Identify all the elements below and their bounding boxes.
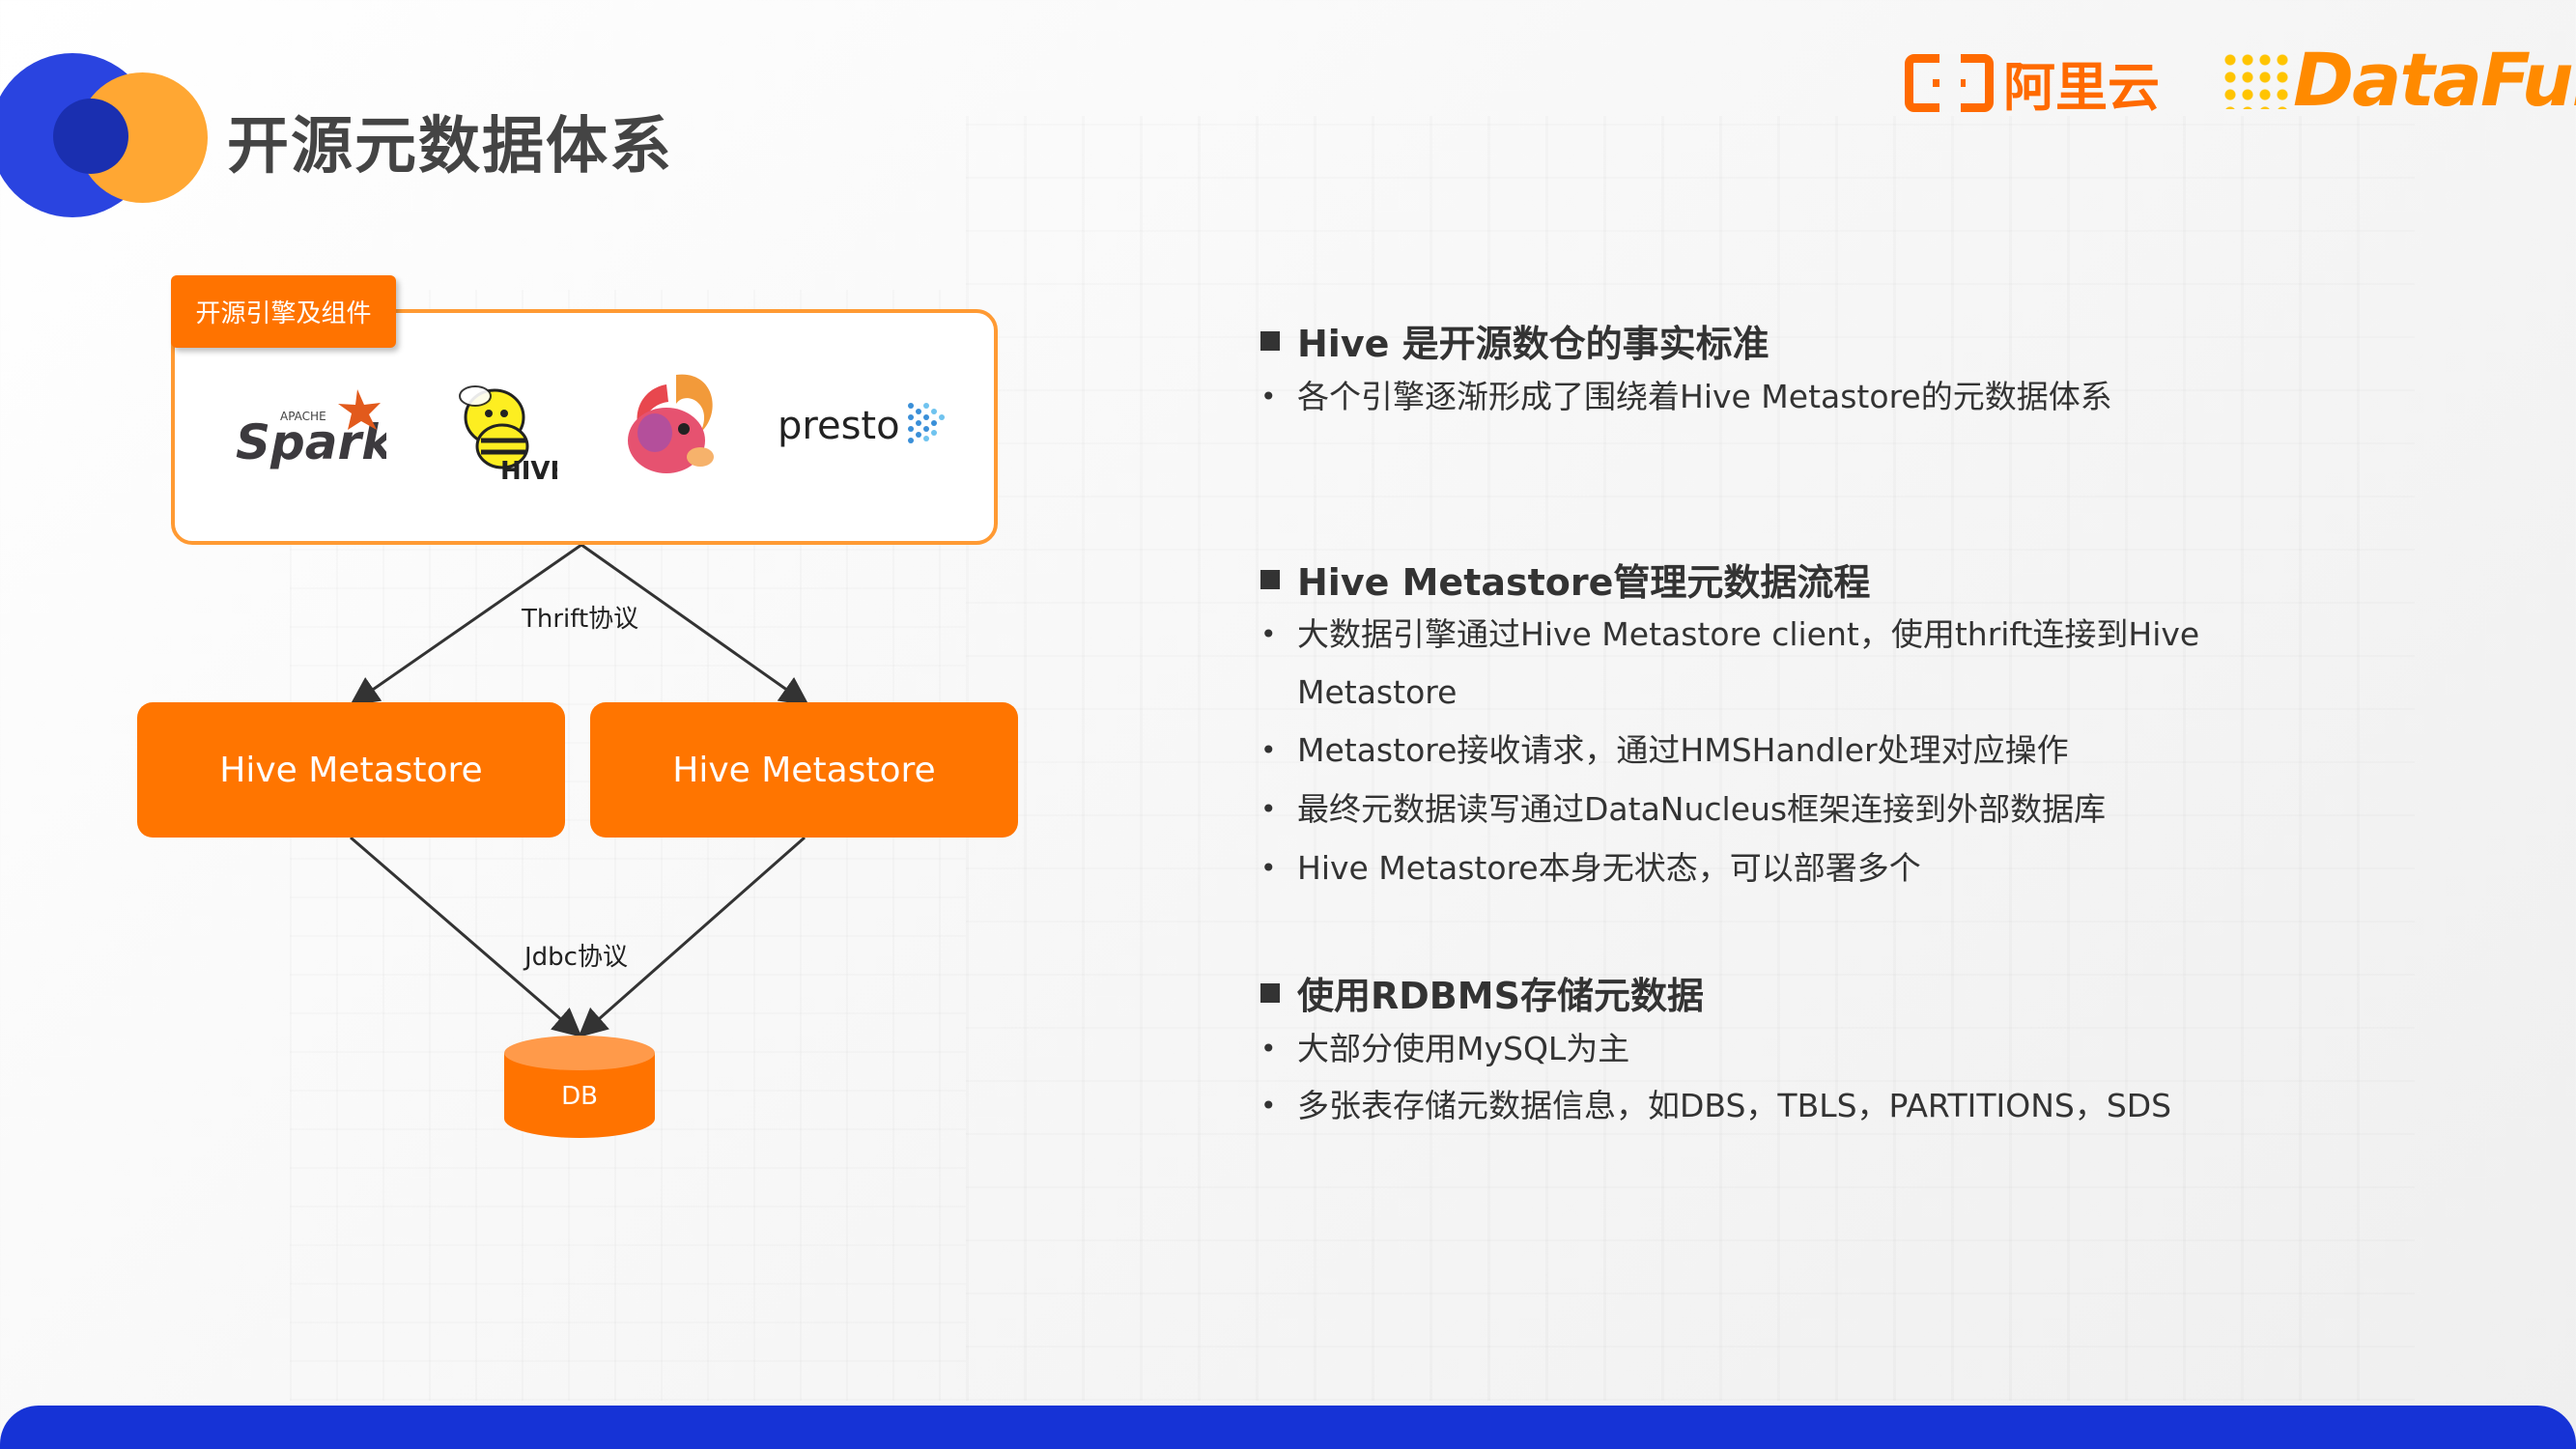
section-heading-text: Hive 是开源数仓的事实标准	[1297, 323, 1769, 365]
hive-logo: HIVE	[446, 377, 567, 486]
bullet-dot: •	[1260, 618, 1277, 650]
section-heading-text: 使用RDBMS存储元数据	[1297, 975, 1704, 1017]
bullet-item: • Hive Metastore本身无状态，可以部署多个	[1260, 839, 2226, 897]
bullet-text: 多张表存储元数据信息，如DBS，TBLS，PARTITIONS，SDS	[1297, 1087, 2172, 1124]
bullet-item: • 各个引擎逐渐形成了围绕着Hive Metastore的元数据体系	[1260, 368, 2226, 426]
square-bullet-icon	[1260, 330, 1280, 351]
aliyun-logo: 阿里云	[1905, 44, 2160, 121]
aliyun-mark-icon	[1905, 53, 1994, 112]
hive-metastore-node-1: Hive Metastore	[137, 702, 565, 838]
bottom-brand-bar	[0, 1406, 2576, 1449]
db-node-label: DB	[561, 1082, 598, 1111]
spark-text: Spark	[236, 414, 386, 470]
section-heading-text: Hive Metastore管理元数据流程	[1297, 561, 1871, 604]
jdbc-protocol-label: Jdbc协议	[524, 943, 628, 972]
presto-text: presto	[778, 404, 900, 448]
bullet-text: 各个引擎逐渐形成了围绕着Hive Metastore的元数据体系	[1297, 378, 2112, 415]
square-bullet-icon	[1260, 569, 1280, 589]
bullet-text: 大部分使用MySQL为主	[1297, 1030, 1630, 1067]
datafun-logo-text: DataFun.	[2293, 37, 2576, 123]
bullet-dot: •	[1260, 381, 1277, 412]
bullet-text: Hive Metastore本身无状态，可以部署多个	[1297, 849, 1921, 887]
datafun-dots-icon	[2222, 50, 2289, 109]
square-bullet-icon	[1260, 982, 1280, 1003]
datafun-logo: DataFun.	[2222, 37, 2576, 123]
engine-group-label: 开源引擎及组件	[171, 275, 396, 348]
bullet-item: • 最终元数据读写通过DataNucleus框架连接到外部数据库	[1260, 781, 2226, 838]
bullet-item: • Metastore接收请求，通过HMSHandler处理对应操作	[1260, 722, 2226, 780]
bullet-item: • 大数据引擎通过Hive Metastore client，使用thrift连…	[1260, 606, 2246, 722]
bullet-dot: •	[1260, 852, 1277, 884]
bullet-dot: •	[1260, 793, 1277, 825]
aliyun-logo-text: 阿里云	[2003, 57, 2160, 118]
bullet-item: • 多张表存储元数据信息，如DBS，TBLS，PARTITIONS，SDS	[1260, 1077, 2226, 1135]
bullet-text: 大数据引擎通过Hive Metastore client，使用thrift连接到…	[1297, 615, 2200, 711]
section-heading-3: 使用RDBMS存储元数据	[1260, 966, 1704, 1019]
bullet-dot: •	[1260, 1033, 1277, 1065]
page-title: 开源元数据体系	[227, 111, 673, 183]
bullet-dot: •	[1260, 734, 1277, 766]
bullet-item: • 大部分使用MySQL为主	[1260, 1020, 2226, 1078]
section-heading-2: Hive Metastore管理元数据流程	[1260, 553, 1870, 606]
bullet-text: Metastore接收请求，通过HMSHandler处理对应操作	[1297, 731, 2069, 769]
presto-logo: presto	[778, 394, 956, 452]
hive-text: HIVE	[500, 457, 557, 483]
brand-circle-inner	[53, 99, 128, 174]
bullet-dot: •	[1260, 1090, 1277, 1122]
flink-logo	[609, 365, 724, 481]
bullet-text: 最终元数据读写通过DataNucleus框架连接到外部数据库	[1297, 790, 2107, 828]
spark-logo: APACHE Spark	[232, 382, 396, 478]
hive-metastore-node-2: Hive Metastore	[590, 702, 1018, 838]
section-heading-1: Hive 是开源数仓的事实标准	[1260, 314, 1769, 367]
thrift-protocol-label: Thrift协议	[522, 605, 639, 634]
